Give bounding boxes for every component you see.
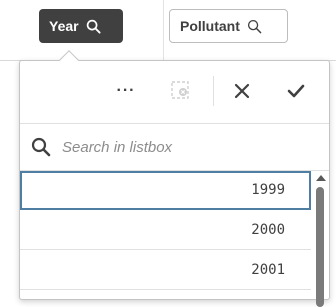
listbox-search bbox=[20, 123, 329, 171]
year-listbox: 1999 2000 2001 bbox=[20, 171, 329, 299]
year-filter-button[interactable]: Year bbox=[39, 9, 123, 43]
scrollbar-thumb[interactable] bbox=[316, 187, 324, 307]
close-icon bbox=[234, 83, 250, 99]
search-input[interactable] bbox=[62, 134, 312, 160]
search-icon bbox=[247, 19, 262, 33]
column-divider bbox=[163, 0, 164, 60]
checkmark-icon bbox=[287, 84, 305, 98]
clear-selections-icon bbox=[171, 81, 189, 99]
year-filter-label: Year bbox=[49, 18, 79, 34]
listbox-popover: ··· 1999 bbox=[19, 60, 330, 307]
clear-selections-button[interactable] bbox=[169, 79, 191, 101]
list-item[interactable]: 1999 bbox=[20, 171, 311, 210]
listbox-toolbar: ··· bbox=[20, 61, 329, 122]
confirm-selection-button[interactable] bbox=[284, 79, 308, 103]
listbox-scrollbar[interactable] bbox=[312, 171, 329, 307]
search-icon bbox=[31, 137, 51, 157]
toolbar-separator bbox=[213, 76, 214, 106]
search-icon bbox=[86, 19, 101, 34]
pollutant-filter-button[interactable]: Pollutant bbox=[169, 9, 288, 43]
pollutant-filter-label: Pollutant bbox=[180, 18, 240, 34]
cancel-selection-button[interactable] bbox=[230, 79, 254, 103]
more-options-button[interactable]: ··· bbox=[114, 79, 138, 103]
list-item[interactable]: 2000 bbox=[20, 211, 311, 250]
scroll-up-arrow-icon[interactable] bbox=[316, 175, 326, 181]
list-item[interactable]: 2001 bbox=[20, 251, 311, 290]
